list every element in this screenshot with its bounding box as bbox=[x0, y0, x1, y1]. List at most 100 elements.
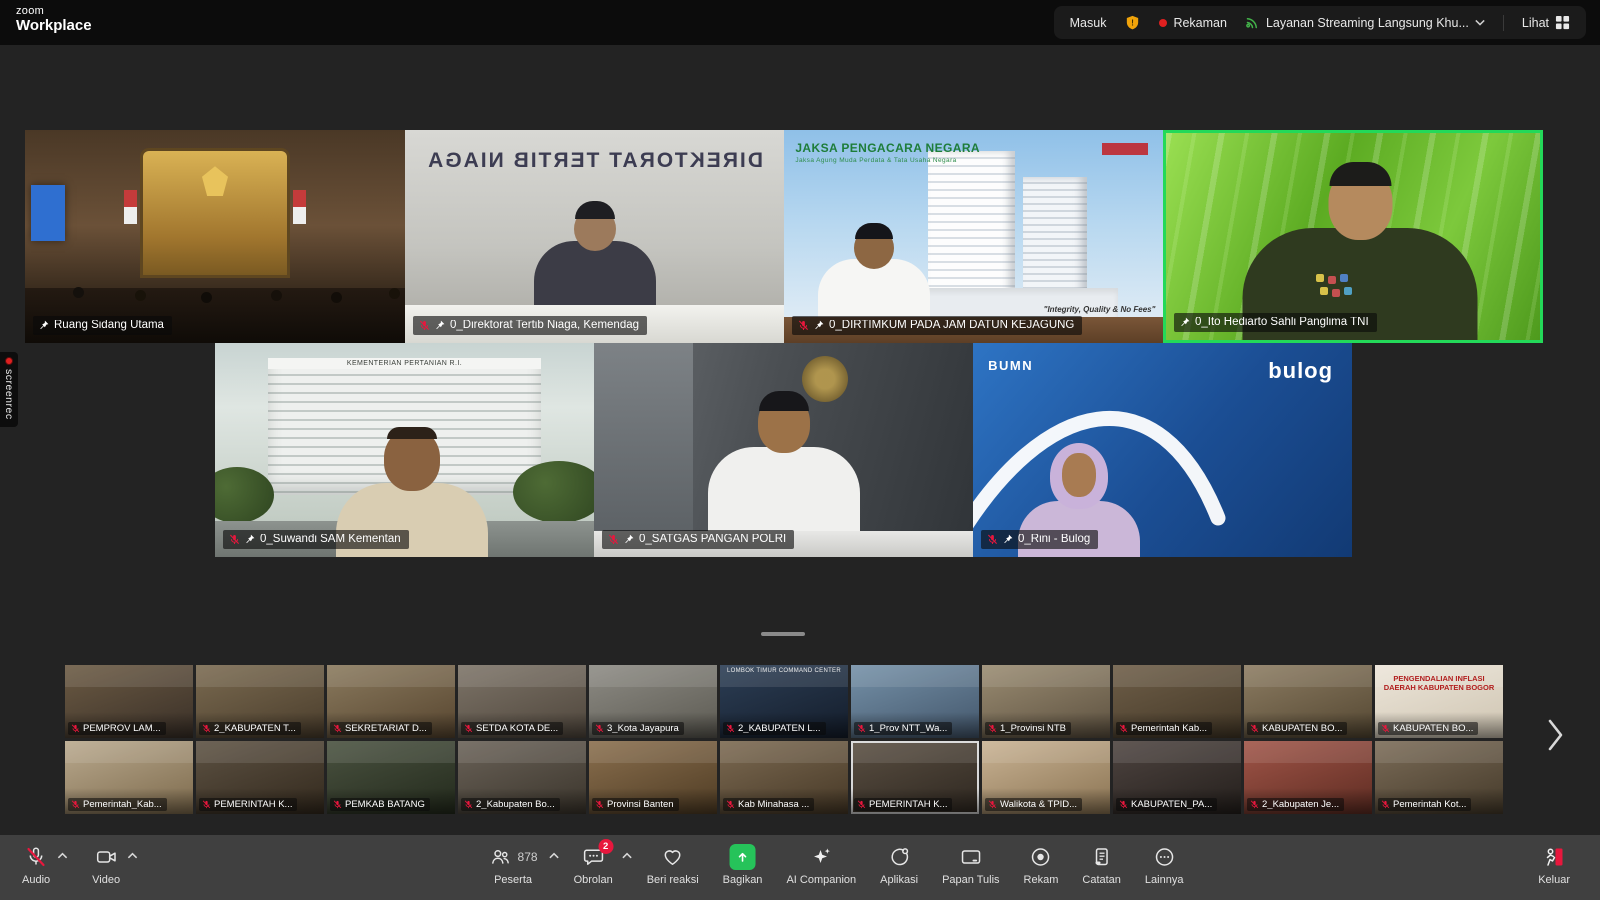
mic-off-icon bbox=[1119, 800, 1128, 809]
mic-off-icon bbox=[24, 845, 48, 869]
video-tile-suwandi-kementan[interactable]: KEMENTERIAN PERTANIAN R.I. 0_Suwandi SAM… bbox=[215, 343, 594, 557]
participant-thumbnail[interactable]: 2_KABUPATEN L... LOMBOK TIMUR COMMAND CE… bbox=[720, 665, 848, 738]
masuk-button[interactable]: Masuk bbox=[1070, 16, 1107, 30]
participants-options-chevron-icon[interactable] bbox=[549, 851, 560, 863]
tree-shape bbox=[513, 461, 594, 523]
participant-name-label: KABUPATEN BO... bbox=[1247, 722, 1347, 736]
view-button[interactable]: Lihat bbox=[1522, 15, 1570, 30]
mic-off-icon bbox=[1381, 800, 1390, 809]
audio-button[interactable]: Audio bbox=[14, 842, 58, 888]
participant-thumbnail[interactable]: PEMERINTAH K... bbox=[196, 741, 324, 814]
video-tile-ito-hediarto-active-speaker[interactable]: 0_Ito Hediarto Sahli Panglima TNI bbox=[1163, 130, 1543, 343]
notes-button[interactable]: Catatan bbox=[1074, 842, 1129, 888]
participant-name-label: PEMERINTAH K... bbox=[854, 798, 952, 812]
participant-name: 0_SATGAS PANGAN POLRI bbox=[639, 534, 786, 546]
participant-thumbnail[interactable]: KABUPATEN BO... bbox=[1244, 665, 1372, 738]
participant-thumbnail[interactable]: PEMPROV LAM... bbox=[65, 665, 193, 738]
participant-name-label: Pemerintah_Kab... bbox=[68, 798, 167, 812]
leave-label: Keluar bbox=[1538, 874, 1570, 886]
audio-label: Audio bbox=[22, 874, 50, 886]
person-silhouette bbox=[534, 241, 656, 307]
participant-thumbnail[interactable]: Provinsi Banten bbox=[589, 741, 717, 814]
recording-indicator[interactable]: Rekaman bbox=[1159, 16, 1227, 30]
room-sign-text: LOMBOK TIMUR COMMAND CENTER bbox=[720, 668, 848, 674]
record-button[interactable]: Rekam bbox=[1016, 842, 1067, 888]
person-silhouette bbox=[708, 447, 860, 533]
participant-thumbnail[interactable]: 2_Kabupaten Je... bbox=[1244, 741, 1372, 814]
participant-thumbnail[interactable]: 1_Prov NTT_Wa... bbox=[851, 665, 979, 738]
participant-thumbnail[interactable]: 2_KABUPATEN T... bbox=[196, 665, 324, 738]
mic-off-icon bbox=[987, 534, 998, 545]
video-tile-satgas-pangan-polri[interactable]: 0_SATGAS PANGAN POLRI bbox=[594, 343, 973, 557]
video-tile-ruang-sidang-utama[interactable]: Ruang Sidang Utama bbox=[25, 130, 405, 343]
participant-thumbnail[interactable]: SETDA KOTA DE... bbox=[458, 665, 586, 738]
participant-name: Pemerintah Kab... bbox=[1131, 724, 1207, 734]
reactions-button[interactable]: Beri reaksi bbox=[639, 842, 707, 888]
video-tile-dirtimkum-kejagung[interactable]: JAKSA PENGACARA NEGARA Jaksa Agung Muda … bbox=[784, 130, 1163, 343]
gallery-resize-handle[interactable] bbox=[761, 632, 805, 636]
top-bar: zoom Workplace Masuk ! Rekaman Layanan S… bbox=[0, 0, 1600, 45]
participant-thumbnail[interactable]: KABUPATEN_PA... bbox=[1113, 741, 1241, 814]
live-streaming-menu[interactable]: Layanan Streaming Langsung Khu... bbox=[1245, 15, 1485, 30]
participant-thumbnail[interactable]: Kab Minahasa ... bbox=[720, 741, 848, 814]
video-options-chevron-icon[interactable] bbox=[127, 851, 138, 863]
participant-name: 2_KABUPATEN T... bbox=[214, 724, 296, 734]
mic-off-icon bbox=[202, 724, 211, 733]
more-button[interactable]: Lainnya bbox=[1137, 842, 1192, 888]
main-video-row-top: Ruang Sidang Utama DIREKTORAT TERTIB NIA… bbox=[25, 130, 1543, 343]
participant-name-label: SEKRETARIAT D... bbox=[330, 722, 432, 736]
mic-off-icon bbox=[333, 800, 342, 809]
mic-off-icon bbox=[202, 800, 211, 809]
participant-name: Kab Minahasa ... bbox=[738, 800, 809, 810]
participant-name-label: 2_Kabupaten Bo... bbox=[461, 798, 560, 812]
chat-button[interactable]: 2 Obrolan bbox=[566, 842, 631, 888]
video-button[interactable]: Video bbox=[84, 842, 128, 888]
participants-button[interactable]: 878 Peserta bbox=[481, 842, 558, 888]
participant-thumbnail[interactable]: 3_Kota Jayapura bbox=[589, 665, 717, 738]
whiteboard-label: Papan Tulis bbox=[942, 874, 999, 886]
whiteboard-icon bbox=[958, 845, 983, 869]
divider bbox=[1503, 15, 1504, 31]
top-bar-controls: Masuk ! Rekaman Layanan Streaming Langsu… bbox=[1054, 6, 1586, 39]
record-label: Rekam bbox=[1024, 874, 1059, 886]
participant-thumbnail[interactable]: KABUPATEN BO... Pengendalian Inflasi Dae… bbox=[1375, 665, 1503, 738]
whiteboard-button[interactable]: Papan Tulis bbox=[934, 842, 1007, 888]
chat-options-chevron-icon[interactable] bbox=[622, 851, 633, 863]
reactions-label: Beri reaksi bbox=[647, 874, 699, 886]
apps-button[interactable]: Aplikasi bbox=[872, 842, 926, 888]
participant-name: 0_DIRTIMKUM PADA JAM DATUN KEJAGUNG bbox=[829, 320, 1074, 332]
participant-name: 1_Provinsi NTB bbox=[1000, 724, 1066, 734]
participant-thumbnail[interactable]: PEMERINTAH K... bbox=[851, 741, 979, 814]
backdrop-title: JAKSA PENGACARA NEGARA Jaksa Agung Muda … bbox=[795, 141, 980, 164]
participant-thumbnail[interactable]: 1_Provinsi NTB bbox=[982, 665, 1110, 738]
participant-thumbnail[interactable]: Pemerintah Kot... bbox=[1375, 741, 1503, 814]
audio-options-chevron-icon[interactable] bbox=[57, 851, 68, 863]
mic-off-icon bbox=[1250, 724, 1259, 733]
participant-name-label: Walikota & TPID... bbox=[985, 798, 1082, 812]
screenrec-watermark[interactable]: screenrec bbox=[0, 352, 18, 427]
participant-name: 1_Prov NTT_Wa... bbox=[869, 724, 947, 734]
security-shield-icon[interactable]: ! bbox=[1124, 14, 1141, 32]
participant-thumbnail[interactable]: 2_Kabupaten Bo... bbox=[458, 741, 586, 814]
participant-thumbnail[interactable]: Pemerintah_Kab... bbox=[65, 741, 193, 814]
pin-icon bbox=[624, 534, 634, 544]
participant-name: PEMKAB BATANG bbox=[345, 800, 425, 810]
brand-workplace: Workplace bbox=[16, 18, 92, 34]
participant-thumbnail[interactable]: Walikota & TPID... bbox=[982, 741, 1110, 814]
leave-meeting-button[interactable]: Keluar bbox=[1530, 842, 1578, 888]
more-label: Lainnya bbox=[1145, 874, 1184, 886]
video-tile-direktorat-tertib-niaga[interactable]: DIREKTORAT TERTIB NIAGA 0_Direktorat Ter… bbox=[405, 130, 784, 343]
ai-companion-button[interactable]: AI Companion bbox=[778, 842, 864, 888]
participant-name-label: Kab Minahasa ... bbox=[723, 798, 814, 812]
participants-icon bbox=[489, 845, 513, 869]
video-tile-rini-bulog[interactable]: BUMN bulog 0_Rini - Bulog bbox=[973, 343, 1352, 557]
participant-name-label: KABUPATEN_PA... bbox=[1116, 798, 1217, 812]
participant-thumbnail[interactable]: Pemerintah Kab... bbox=[1113, 665, 1241, 738]
next-participants-page-button[interactable] bbox=[1546, 718, 1564, 757]
participant-name-label: 1_Provinsi NTB bbox=[985, 722, 1071, 736]
participant-name: 0_Direktorat Tertib Niaga, Kemendag bbox=[450, 320, 639, 332]
participant-thumbnail[interactable]: PEMKAB BATANG bbox=[327, 741, 455, 814]
share-screen-button[interactable]: Bagikan bbox=[715, 842, 771, 888]
participant-thumbnail[interactable]: SEKRETARIAT D... bbox=[327, 665, 455, 738]
grid-view-icon bbox=[1555, 15, 1570, 30]
